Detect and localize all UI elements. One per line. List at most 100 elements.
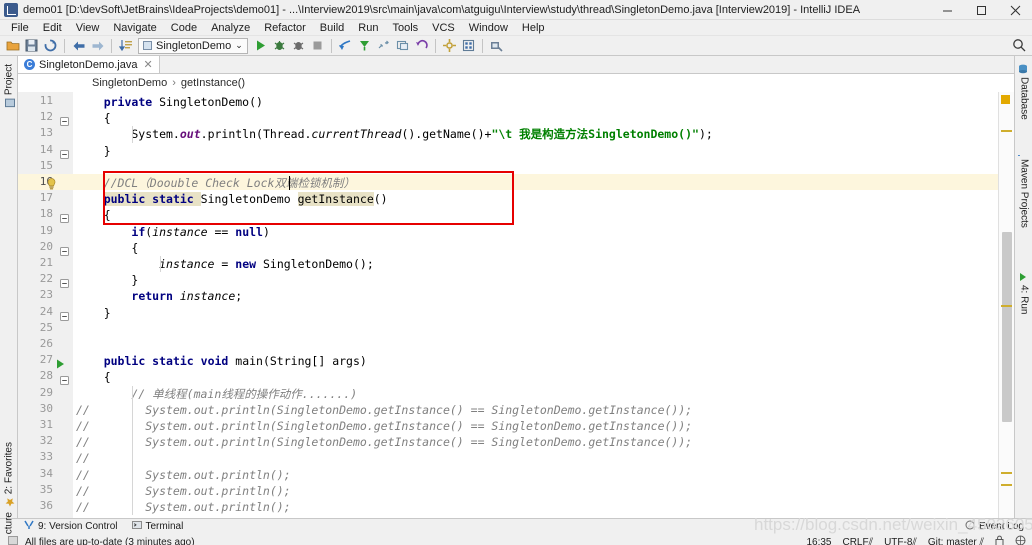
line-number[interactable]: 31 (29, 418, 53, 431)
search-icon[interactable] (1012, 38, 1026, 57)
scrollbar-thumb[interactable] (1002, 232, 1012, 422)
code-line[interactable]: public static SingletonDemo getInstance(… (76, 191, 388, 207)
run-configuration-selector[interactable]: SingletonDemo ⌄ (138, 37, 248, 54)
code-line[interactable]: if(instance == null) (76, 224, 270, 240)
menu-item-view[interactable]: View (69, 20, 107, 36)
line-number[interactable]: 24 (29, 305, 53, 318)
menu-item-file[interactable]: File (4, 20, 36, 36)
fold-collapse-icon[interactable] (60, 243, 69, 256)
line-number[interactable]: 26 (29, 337, 53, 350)
code-line[interactable]: { (76, 207, 111, 223)
menu-item-window[interactable]: Window (462, 20, 515, 36)
code-line[interactable]: { (76, 369, 111, 385)
line-number[interactable]: 23 (29, 288, 53, 301)
code-line[interactable]: instance = new SingletonDemo(); (76, 256, 374, 272)
line-number[interactable]: 21 (29, 256, 53, 269)
line-number[interactable]: 27 (29, 353, 53, 366)
search-everywhere-icon[interactable] (487, 37, 506, 55)
code-line[interactable]: // System.out.println(); (76, 499, 291, 515)
line-number[interactable]: 35 (29, 483, 53, 496)
line-number[interactable]: 22 (29, 272, 53, 285)
menu-item-tools[interactable]: Tools (385, 20, 425, 36)
code-line[interactable]: // System.out.println(SingletonDemo.getI… (76, 418, 692, 434)
fold-collapse-icon[interactable] (60, 308, 69, 321)
push-icon[interactable] (393, 37, 412, 55)
code-line[interactable]: return instance; (76, 288, 242, 304)
line-number[interactable]: 36 (29, 499, 53, 512)
fold-collapse-icon[interactable] (60, 113, 69, 127)
marker-stripe[interactable] (1001, 305, 1012, 307)
compare-icon[interactable] (374, 37, 393, 55)
line-number[interactable]: 29 (29, 386, 53, 399)
code-line[interactable]: // 单线程(main线程的操作动作.......) (76, 386, 357, 402)
close-icon[interactable]: ✕ (143, 58, 152, 71)
sidebar-item-database[interactable]: Database (1015, 60, 1032, 124)
back-arrow-icon[interactable] (69, 37, 88, 55)
menu-item-code[interactable]: Code (164, 20, 204, 36)
sync-icon[interactable] (41, 37, 60, 55)
menu-item-run[interactable]: Run (351, 20, 385, 36)
intention-bulb-icon[interactable] (46, 177, 57, 195)
fold-collapse-icon[interactable] (60, 275, 69, 289)
run-coverage-icon[interactable] (289, 37, 308, 55)
marker-scrollbar[interactable] (998, 92, 1014, 518)
line-number[interactable]: 32 (29, 434, 53, 447)
menu-item-navigate[interactable]: Navigate (106, 20, 163, 36)
marker-stripe[interactable] (1001, 484, 1012, 486)
line-number[interactable]: 30 (29, 402, 53, 415)
code-content[interactable]: private SingletonDemo() { System.out.pri… (73, 92, 998, 518)
marker-warning[interactable] (1001, 95, 1010, 104)
line-number[interactable]: 28 (29, 369, 53, 382)
marker-stripe[interactable] (1001, 472, 1012, 474)
menu-item-analyze[interactable]: Analyze (204, 20, 257, 36)
line-number[interactable]: 20 (29, 240, 53, 253)
sidebar-item-maven-projects[interactable]: m Maven Projects (1013, 142, 1032, 232)
line-number[interactable]: 15 (29, 159, 53, 172)
code-line[interactable]: System.out.println(Thread.currentThread(… (76, 126, 712, 142)
maximize-button[interactable] (964, 0, 998, 20)
code-line[interactable]: // System.out.println(SingletonDemo.getI… (76, 434, 692, 450)
open-folder-icon[interactable] (3, 37, 22, 55)
line-number[interactable]: 19 (29, 224, 53, 237)
code-line[interactable]: } (76, 305, 111, 321)
line-number[interactable]: 13 (29, 126, 53, 139)
code-line[interactable]: { (76, 110, 111, 126)
fold-collapse-icon[interactable] (60, 210, 69, 224)
debug-icon[interactable] (270, 37, 289, 55)
code-line[interactable]: { (76, 240, 138, 256)
code-line[interactable]: // System.out.println(); (76, 483, 291, 499)
status-encoding[interactable]: UTF-8⫽ (884, 537, 917, 545)
menu-item-refactor[interactable]: Refactor (257, 20, 313, 36)
line-number[interactable]: 12 (29, 110, 53, 123)
bottom-item-version-control[interactable]: 9: Version Control (24, 520, 118, 533)
marker-stripe[interactable] (1001, 130, 1012, 132)
menu-item-edit[interactable]: Edit (36, 20, 69, 36)
status-line-separator[interactable]: CRLF⫽ (842, 537, 873, 545)
code-line[interactable]: //DCL（Doouble Check Lock双端检锁机制） (76, 175, 355, 191)
update-project-icon[interactable] (336, 37, 355, 55)
close-button[interactable] (998, 0, 1032, 20)
sidebar-item-favorites[interactable]: 2: Favorites (0, 438, 18, 511)
settings-icon[interactable] (440, 37, 459, 55)
inspection-icon[interactable] (1015, 535, 1026, 545)
save-all-icon[interactable] (22, 37, 41, 55)
compile-icon[interactable] (116, 37, 135, 55)
line-number-gutter[interactable]: 11 12 13 14 15 16 17 18 19 20 21 22 23 24 25 26 27 28 29 30… (18, 92, 73, 518)
sidebar-item-run[interactable]: 4: Run (1015, 268, 1032, 318)
code-line[interactable]: private SingletonDemo() (76, 94, 263, 110)
code-line[interactable]: } (76, 143, 111, 159)
code-line[interactable]: // (76, 450, 90, 466)
status-branch[interactable]: Git: master ⫽ (928, 537, 984, 545)
commit-icon[interactable] (355, 37, 374, 55)
code-line[interactable]: } (76, 272, 138, 288)
line-number[interactable]: 34 (29, 467, 53, 480)
run-icon[interactable] (251, 37, 270, 55)
breadcrumb-class[interactable]: SingletonDemo (92, 77, 167, 89)
line-number[interactable]: 18 (29, 207, 53, 220)
line-number[interactable]: 11 (29, 94, 53, 107)
sidebar-item-project[interactable]: Project (0, 60, 18, 112)
revert-icon[interactable] (412, 37, 431, 55)
menu-item-help[interactable]: Help (515, 20, 552, 36)
breadcrumb-method[interactable]: getInstance() (181, 77, 245, 89)
forward-arrow-icon[interactable] (88, 37, 107, 55)
